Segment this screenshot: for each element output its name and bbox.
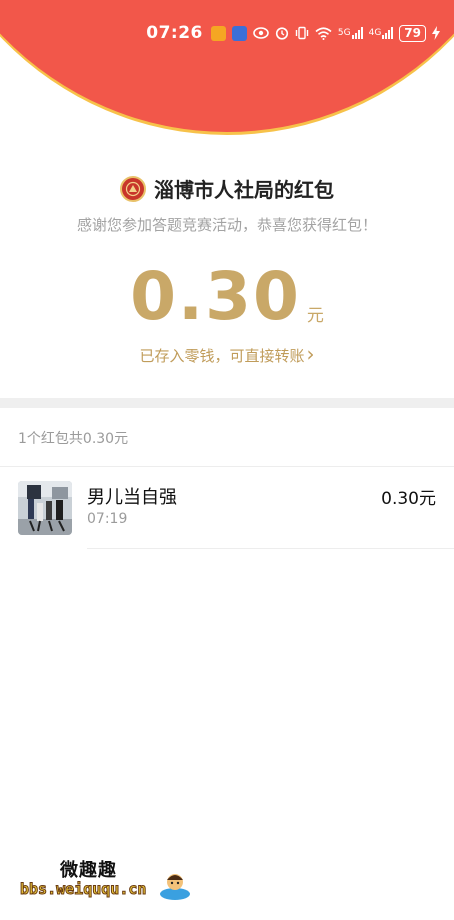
amount-unit: 元 bbox=[306, 306, 324, 326]
list-item[interactable]: 男儿当自强 07:19 0.30元 bbox=[0, 478, 454, 548]
amount-display: 0.30 元 bbox=[0, 262, 454, 332]
divider bbox=[0, 466, 454, 467]
red-header: 07:26 5G 4G 79 bbox=[0, 0, 454, 140]
amount-value: 0.30 bbox=[130, 258, 301, 335]
thanks-message: 感谢您参加答题竞赛活动，恭喜您获得红包！ bbox=[76, 216, 377, 234]
bureau-logo-icon bbox=[120, 175, 146, 202]
packet-summary: 1个红包共0.30元 bbox=[18, 431, 129, 447]
saved-text: 已存入零钱，可直接转账 bbox=[139, 347, 305, 365]
wifi-icon bbox=[315, 26, 332, 40]
weibo-app-icon bbox=[210, 25, 226, 41]
watermark-title: 微趣趣 bbox=[60, 860, 117, 881]
item-amount: 0.30元 bbox=[381, 489, 436, 509]
eye-icon bbox=[253, 27, 269, 39]
battery-indicator: 79 bbox=[399, 24, 426, 42]
mascot-icon bbox=[158, 868, 192, 902]
sender-row: 淄博市人社局的红包 bbox=[0, 174, 454, 203]
charging-icon bbox=[432, 26, 440, 40]
signal-5g-label: 5G bbox=[337, 28, 351, 38]
section-gap bbox=[0, 398, 454, 408]
status-time: 07:26 bbox=[146, 23, 203, 43]
avatar[interactable] bbox=[18, 481, 72, 535]
item-time: 07:19 bbox=[87, 511, 128, 527]
watermark-url: bbs.weiququ.cn bbox=[19, 880, 147, 899]
status-bar: 07:26 5G 4G 79 bbox=[146, 22, 440, 44]
saved-to-wallet-link[interactable]: 已存入零钱，可直接转账 › bbox=[0, 342, 454, 366]
chevron-right-icon: › bbox=[306, 342, 315, 366]
vibrate-icon bbox=[295, 26, 309, 40]
alarm-icon bbox=[275, 26, 289, 40]
signal-4g-icon: 4G bbox=[369, 27, 394, 39]
divider bbox=[87, 548, 454, 549]
signal-5g-icon: 5G bbox=[338, 27, 363, 39]
more-dots-icon[interactable] bbox=[407, 83, 432, 88]
site-watermark: 微趣趣 bbs.weiququ.cn bbox=[19, 856, 200, 906]
header-curve bbox=[0, 0, 454, 132]
chevron-left-icon[interactable] bbox=[12, 74, 34, 96]
signal-4g-label: 4G bbox=[368, 28, 382, 38]
news-app-icon bbox=[231, 25, 247, 41]
sender-name: 淄博市人社局的红包 bbox=[154, 178, 334, 202]
item-sender-name: 男儿当自强 bbox=[87, 487, 177, 508]
